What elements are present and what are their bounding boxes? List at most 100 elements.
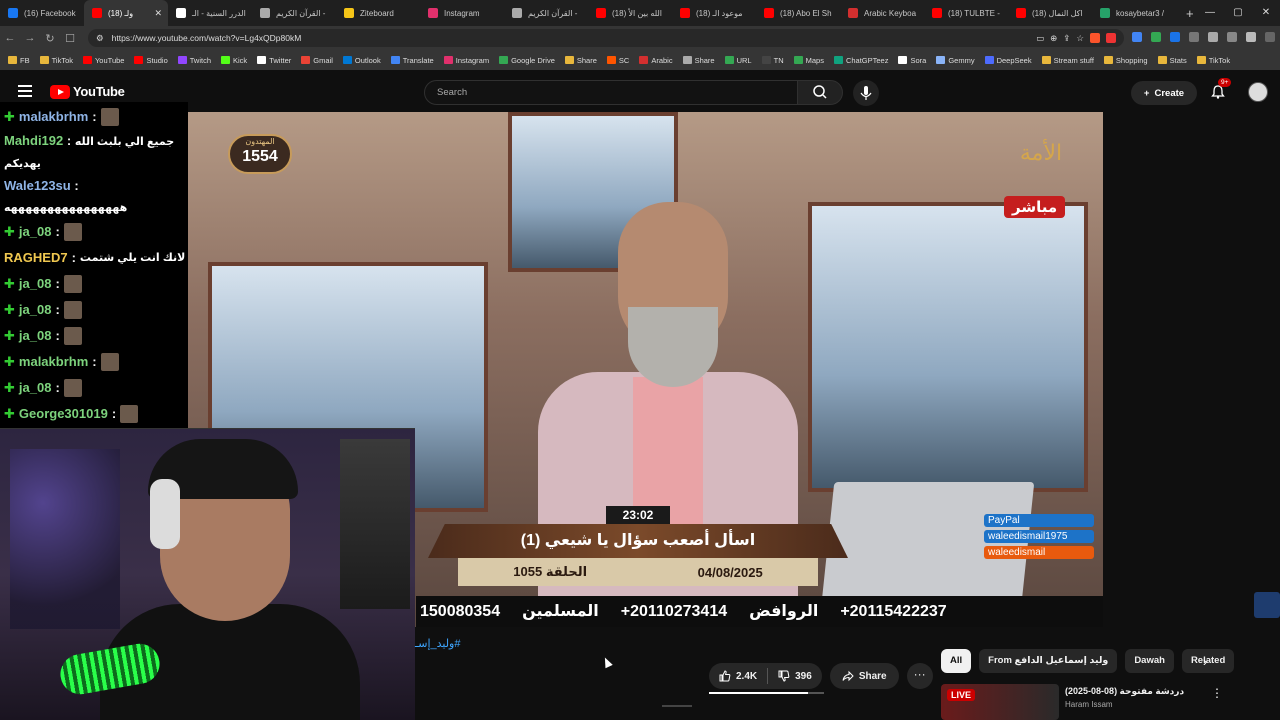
bookmark-item[interactable]: Twitch — [177, 56, 211, 65]
zoom-icon[interactable]: ⊕ — [1050, 33, 1057, 44]
bookmark-item[interactable]: Gemmy — [936, 56, 975, 65]
bookmark-item[interactable]: Sora — [898, 56, 926, 65]
media-icon[interactable] — [1246, 32, 1256, 42]
bookmark-item[interactable]: YouTube — [82, 56, 124, 65]
bookmark-label: Gmail — [313, 55, 333, 65]
close-window-icon[interactable]: ✕ — [1252, 0, 1280, 26]
related-channel[interactable]: Haram Issam — [1065, 700, 1113, 709]
hashtag-link[interactable]: #وليد_إسـ — [415, 637, 461, 650]
side-profile-thumbnail[interactable] — [1254, 592, 1280, 618]
browser-tab[interactable]: الدرر السنية - الـ — [168, 0, 252, 26]
bookmark-item[interactable]: Kick — [221, 56, 247, 65]
chat-separator: : — [70, 178, 79, 193]
extension-icon[interactable] — [1189, 32, 1199, 42]
browser-tab[interactable]: (18) TULBTE - — [924, 0, 1008, 26]
more-actions-button[interactable]: ··· — [906, 663, 933, 689]
browser-tab[interactable]: (18) ولـ ✕ — [84, 0, 168, 26]
browser-tab[interactable]: Ziteboard — [336, 0, 420, 26]
bookmark-item[interactable]: Translate — [390, 56, 434, 65]
search-input[interactable]: Search — [424, 80, 798, 105]
related-more-icon[interactable]: ⋮ — [1211, 686, 1223, 700]
create-button[interactable]: + Create — [1131, 81, 1197, 105]
bookmark-icon[interactable]: ☐ — [60, 32, 80, 45]
youtube-logo[interactable]: YouTube — [50, 84, 125, 99]
rewards-icon[interactable] — [1106, 33, 1116, 43]
dislike-count: 396 — [795, 670, 812, 682]
browser-tab[interactable]: (18) الله بين الأ — [588, 0, 672, 26]
forward-icon[interactable]: → — [20, 32, 40, 44]
browser-tab[interactable]: kosaybetar3 / — [1092, 0, 1176, 26]
recommendation-chips: All From وليد إسماعيل الدافع Dawah Related — [941, 649, 1235, 673]
dislike-button[interactable]: 396 — [768, 663, 822, 689]
share-page-icon[interactable]: ⇪ — [1063, 33, 1070, 44]
star-icon[interactable]: ☆ — [1076, 33, 1084, 44]
related-thumbnail[interactable]: LIVE — [941, 684, 1059, 720]
bookmark-folder[interactable]: FB — [8, 56, 30, 65]
brave-shield-icon[interactable] — [1090, 33, 1100, 43]
browser-tab[interactable]: القرآن الكريم - — [252, 0, 336, 26]
minimize-icon[interactable]: — — [1196, 0, 1224, 26]
bookmark-item[interactable]: TN — [761, 56, 784, 65]
subscriber-badge-icon: ✚ — [4, 109, 15, 124]
bookmark-item[interactable]: Arabic — [639, 56, 673, 65]
bookmark-item[interactable]: Instagram — [443, 56, 489, 65]
bookmark-favicon-icon — [724, 56, 734, 64]
bookmark-label: FB — [20, 55, 30, 65]
browser-tab[interactable]: (18) اكل النمال — [1008, 0, 1092, 26]
browser-tab[interactable]: (18) Abo El Sh — [756, 0, 840, 26]
filter-chip[interactable]: All — [941, 649, 972, 673]
bookmark-item[interactable]: Outlook — [342, 56, 381, 65]
profile-icon[interactable] — [1265, 32, 1275, 42]
sidebar-icon[interactable] — [1227, 32, 1237, 42]
chevron-right-icon[interactable]: › — [1196, 653, 1214, 671]
social-handles: PayPal waleedismail1975 waleedismail — [984, 514, 1094, 562]
bookmark-folder[interactable]: TikTok — [39, 56, 73, 65]
filter-chip[interactable]: From وليد إسماعيل الدافع — [979, 649, 1118, 673]
search-button[interactable] — [797, 80, 843, 105]
user-avatar[interactable] — [1248, 82, 1268, 102]
bookmark-folder[interactable]: TikTok — [1196, 56, 1230, 65]
browser-tab[interactable]: Arabic Keyboa — [840, 0, 924, 26]
bookmark-folder[interactable]: Stream stuff — [1041, 56, 1094, 65]
extension-icon[interactable] — [1170, 32, 1180, 42]
filter-chip[interactable]: Dawah — [1125, 649, 1174, 673]
url-input[interactable]: ⚙ https://www.youtube.com/watch?v=Lg4xQD… — [88, 29, 1124, 47]
maximize-icon[interactable]: ▢ — [1224, 0, 1252, 26]
bookmark-item[interactable]: Twitter — [257, 56, 291, 65]
browser-tab[interactable]: (18) موعود الـ — [672, 0, 756, 26]
browser-tab[interactable]: القرآن الكريم - — [504, 0, 588, 26]
chat-message: ✚ malakbrhm : — [4, 349, 188, 375]
extension-icon[interactable] — [1132, 32, 1142, 42]
related-title[interactable]: دردشة مفتوحة (08-08-2025) — [1065, 686, 1185, 697]
bookmark-item[interactable]: Studio — [134, 56, 168, 65]
puzzle-icon[interactable] — [1208, 32, 1218, 42]
extension-icon[interactable] — [1151, 32, 1161, 42]
bookmark-folder[interactable]: Stats — [1157, 56, 1187, 65]
ticker-item: 150080354 — [420, 603, 501, 620]
bookmark-item[interactable]: SC — [606, 56, 629, 65]
voice-search-button[interactable] — [853, 80, 879, 106]
bookmark-item[interactable]: DeepSeek — [984, 56, 1032, 65]
close-tab-icon[interactable]: ✕ — [154, 8, 162, 19]
bookmark-item[interactable]: Share — [682, 56, 715, 65]
bookmark-folder[interactable]: Share — [564, 56, 597, 65]
share-button[interactable]: Share — [829, 663, 899, 689]
bookmark-folder[interactable]: Shopping — [1103, 56, 1148, 65]
bookmark-item[interactable]: Gmail — [301, 56, 333, 65]
browser-tab-bar: (16) Facebook (18) ولـ ✕ الدرر السنية - الـ… — [0, 0, 1280, 26]
site-settings-icon[interactable]: ⚙ — [96, 33, 104, 44]
back-icon[interactable]: ← — [0, 32, 20, 44]
like-button[interactable]: 2.4K — [709, 663, 767, 689]
bookmark-favicon-icon — [936, 56, 946, 64]
related-video-item[interactable]: LIVE دردشة مفتوحة (08-08-2025) Haram Iss… — [941, 684, 1231, 720]
bookmark-item[interactable]: Maps — [793, 56, 824, 65]
browser-tab[interactable]: (16) Facebook — [0, 0, 84, 26]
reload-icon[interactable]: ↻ — [40, 32, 60, 45]
browser-tab[interactable]: Instagram — [420, 0, 504, 26]
hamburger-menu-icon[interactable] — [18, 85, 32, 97]
bookmark-item[interactable]: ChatGPTeez — [833, 56, 888, 65]
bookmark-item[interactable]: Google Drive — [499, 56, 555, 65]
bookmark-item[interactable]: URL — [724, 56, 752, 65]
cast-icon[interactable]: ▭ — [1036, 33, 1044, 44]
chat-separator: : — [55, 302, 60, 317]
